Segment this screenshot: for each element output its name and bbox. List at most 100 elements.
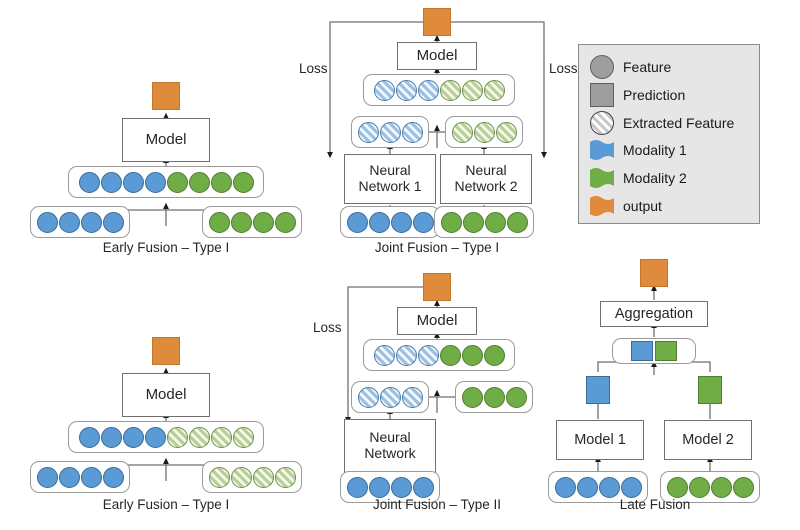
legend-label-extracted-feature: Extracted Feature	[623, 115, 735, 131]
legend-label-modality2: Modality 2	[623, 170, 687, 186]
feature-node-modality2	[208, 211, 230, 233]
feature-node-modality1	[368, 211, 390, 233]
feature-node-modality2	[732, 476, 754, 498]
loss-label-left-c: Loss	[299, 61, 328, 76]
feature-node-modality2	[274, 211, 296, 233]
feature-node-modality1	[576, 476, 598, 498]
model-2-box: Model 2	[664, 420, 752, 460]
model-2-label: Model 2	[682, 431, 734, 448]
feature-node-modality1	[144, 171, 166, 193]
prediction-cells-e	[631, 341, 677, 361]
feature-node-modality2	[440, 211, 462, 233]
input-row-modality1-a	[30, 206, 130, 238]
fused-feature-row-b	[68, 421, 264, 453]
fused-feature-cells-c	[373, 79, 505, 101]
legend-item-prediction: Prediction	[590, 83, 685, 107]
input-cells-modality1-b	[36, 466, 124, 488]
model-box-label: Model	[416, 46, 458, 64]
neural-network-2-label-line2: Network 2	[454, 178, 518, 194]
extracted-row-modality2-c	[445, 116, 523, 148]
output-square-a	[152, 82, 180, 110]
extracted-feature-node-modality2	[451, 121, 473, 143]
feature-node-modality1	[122, 426, 144, 448]
extracted-feature-node-modality2	[252, 466, 274, 488]
feature-node-modality2	[483, 386, 505, 408]
extracted-feature-node-modality2	[473, 121, 495, 143]
prediction-square-modality2	[655, 341, 677, 361]
extracted-feature-node-modality2	[230, 466, 252, 488]
feature-node-modality1	[78, 426, 100, 448]
feature-node-modality1	[390, 211, 412, 233]
legend-item-modality1: Modality 1	[590, 139, 687, 161]
model-1-label: Model 1	[574, 431, 626, 448]
orange-wavy-rect-icon	[590, 195, 614, 217]
extracted-feature-node-modality1	[373, 79, 395, 101]
fused-feature-row-a	[68, 166, 264, 198]
feature-node-modality1	[100, 171, 122, 193]
feature-node-modality1	[80, 466, 102, 488]
neural-network-box-d: Neural Network	[344, 419, 436, 473]
feature-node-modality1	[620, 476, 642, 498]
prediction-square-model1	[586, 376, 610, 404]
feature-node-modality1	[36, 211, 58, 233]
extracted-feature-node-modality1	[357, 386, 379, 408]
extracted-feature-node-modality2	[274, 466, 296, 488]
feature-node-modality1	[122, 171, 144, 193]
fused-feature-cells-d	[373, 344, 505, 366]
feature-cells-modality2-d	[461, 386, 527, 408]
neural-network-1-label-line1: Neural	[369, 162, 411, 179]
feature-node-modality1	[102, 211, 124, 233]
panel-caption-joint-fusion-type1: Joint Fusion – Type I	[374, 240, 500, 255]
feature-row-modality2-d	[455, 381, 533, 413]
feature-node-modality2	[252, 211, 274, 233]
input-row-modality2-c	[434, 206, 534, 238]
extracted-feature-node-modality1	[401, 386, 423, 408]
input-cells-modality1-c	[346, 211, 434, 233]
panel-caption-joint-fusion-type2: Joint Fusion – Type II	[372, 497, 502, 512]
legend-panel: Feature Prediction Extracted Feature Mod…	[578, 44, 760, 224]
fused-feature-row-d	[363, 339, 515, 371]
model-box-a: Model	[122, 118, 210, 162]
extracted-feature-node-modality2	[232, 426, 254, 448]
extracted-row-modality1-c	[351, 116, 429, 148]
extracted-feature-node-modality1	[417, 79, 439, 101]
neural-network-label-line1: Neural	[369, 429, 411, 446]
input-cells-modality2-c	[440, 211, 528, 233]
model-box-label: Model	[416, 311, 458, 329]
legend-item-output: output	[590, 195, 662, 217]
feature-node-modality1	[80, 211, 102, 233]
feature-node-modality1	[346, 476, 368, 498]
feature-node-modality1	[554, 476, 576, 498]
feature-node-modality2	[439, 344, 461, 366]
output-square-c	[423, 8, 451, 36]
feature-node-modality2	[710, 476, 732, 498]
feature-node-modality1	[102, 466, 124, 488]
feature-node-modality1	[368, 476, 390, 498]
feature-node-modality2	[230, 211, 252, 233]
output-square-d	[423, 273, 451, 301]
extracted-feature-node-modality2	[439, 79, 461, 101]
fused-feature-row-c	[363, 74, 515, 106]
feature-node-modality2	[462, 211, 484, 233]
extracted-cells-modality2-c	[451, 121, 517, 143]
extracted-feature-node-modality1	[395, 344, 417, 366]
feature-node-modality1	[78, 171, 100, 193]
fused-feature-cells-b	[78, 426, 254, 448]
feature-node-modality2	[688, 476, 710, 498]
gray-circle-icon	[590, 55, 614, 79]
input-row-modality2-a	[202, 206, 302, 238]
input-row-modality2-b	[202, 461, 302, 493]
feature-node-modality1	[100, 426, 122, 448]
input-row-modality1-c	[340, 206, 440, 238]
input-cells-modality2-e	[666, 476, 754, 498]
neural-network-1-box: Neural Network 1	[344, 154, 436, 204]
prediction-row-e	[612, 338, 696, 364]
extracted-feature-node-modality2	[166, 426, 188, 448]
neural-network-2-box: Neural Network 2	[440, 154, 532, 204]
model-box-d: Model	[397, 307, 477, 335]
prediction-square-model2	[698, 376, 722, 404]
legend-item-modality2: Modality 2	[590, 167, 687, 189]
neural-network-1-label-line2: Network 1	[358, 178, 422, 194]
model-box-b: Model	[122, 373, 210, 417]
input-row-modality1-b	[30, 461, 130, 493]
